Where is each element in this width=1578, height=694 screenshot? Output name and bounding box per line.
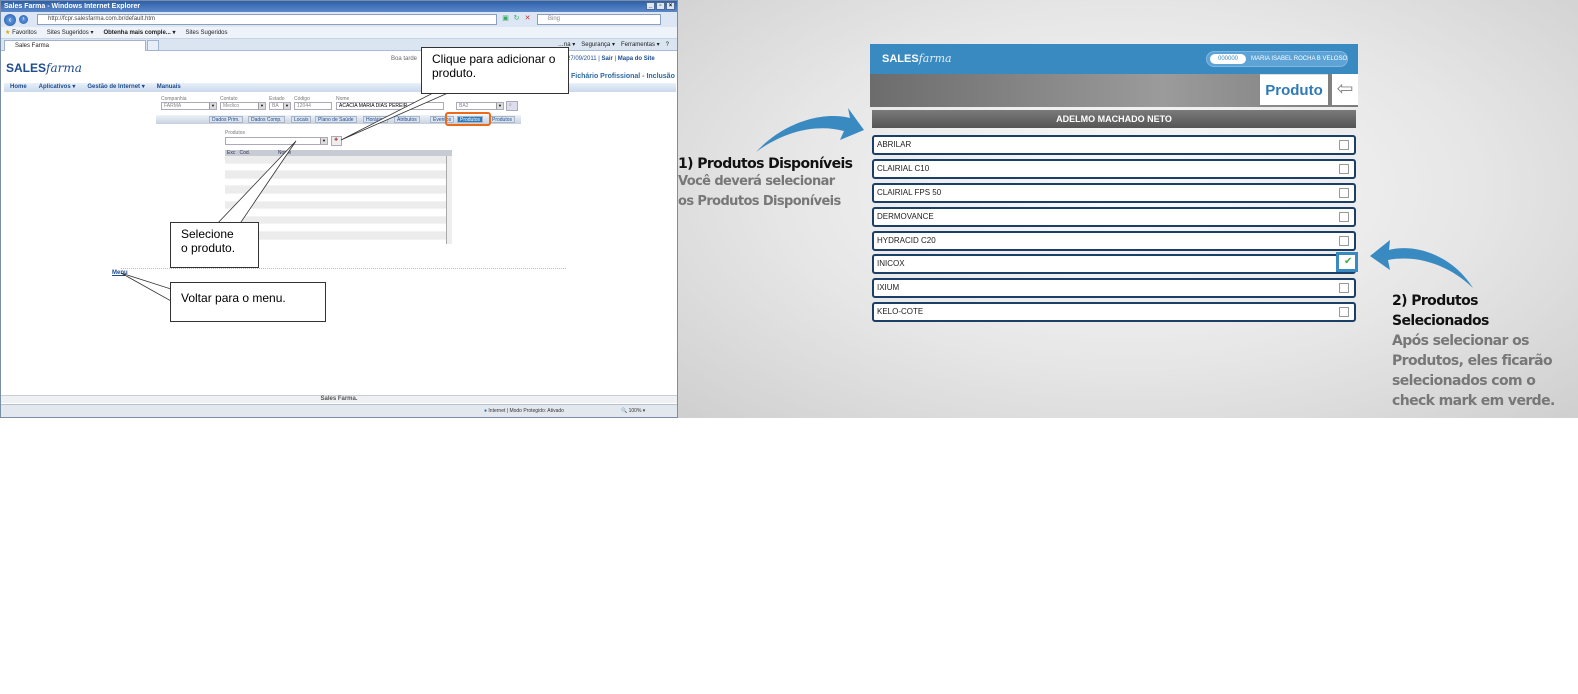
back-button[interactable]: ⇦ bbox=[1332, 74, 1358, 105]
security-zone: ● Internet | Modo Protegido: Ativado bbox=[484, 408, 564, 414]
product-item[interactable]: ABRILAR bbox=[872, 135, 1356, 155]
product-item[interactable]: HYDRACID C20 bbox=[872, 230, 1356, 251]
product-list: ABRILAR CLAIRIAL C10 CLAIRIAL FPS 50 DER… bbox=[872, 135, 1358, 326]
product-item-selected[interactable]: INICOX ✔ bbox=[872, 252, 1358, 275]
check-icon: ✔ bbox=[1344, 256, 1353, 268]
user-badge: 000000 MARIA ISABEL ROCHA B VELOSO bbox=[1206, 51, 1348, 67]
callout-pointers bbox=[120, 92, 449, 302]
annotation-selected: 2) Produtos Selecionados Após selecionar… bbox=[1392, 293, 1555, 409]
callout-add: Clique para adicionar o produto. bbox=[421, 47, 569, 94]
user-name: MARIA ISABEL ROCHA B VELOSO bbox=[1251, 56, 1348, 62]
site-footer: Sales Farma. bbox=[1, 395, 677, 403]
status-bar: ● Internet | Modo Protegido: Ativado 🔍 1… bbox=[1, 404, 677, 417]
client-name: ADELMO MACHADO NETO bbox=[872, 110, 1356, 128]
app-header: SALESfarma 000000 MARIA ISABEL ROCHA B V… bbox=[870, 44, 1358, 74]
app-toolbar: Produto ⇦ bbox=[870, 74, 1358, 107]
checkbox[interactable] bbox=[1339, 211, 1349, 222]
arrow-right-icon bbox=[756, 108, 864, 152]
checkbox[interactable] bbox=[1339, 163, 1349, 174]
checkbox[interactable] bbox=[1339, 283, 1349, 294]
callout-menu: Voltar para o menu. bbox=[170, 282, 326, 322]
checkbox[interactable] bbox=[1339, 187, 1349, 198]
app-logo: SALESfarma bbox=[882, 52, 952, 65]
back-arrow-icon: ⇦ bbox=[1336, 78, 1354, 100]
tablet-app: SALESfarma 000000 MARIA ISABEL ROCHA B V… bbox=[870, 44, 1358, 327]
product-item[interactable]: KELO-COTE bbox=[872, 302, 1356, 323]
arrow-left-icon bbox=[1370, 240, 1473, 288]
checkbox-checked[interactable]: ✔ bbox=[1336, 252, 1358, 273]
globe-icon: ● bbox=[484, 408, 488, 414]
product-item[interactable]: CLAIRIAL FPS 50 bbox=[872, 182, 1356, 203]
zoom-level[interactable]: 🔍 100% ▾ bbox=[621, 405, 645, 417]
product-item[interactable]: DERMOVANCE bbox=[872, 206, 1356, 227]
checkbox[interactable] bbox=[1339, 140, 1349, 150]
product-item[interactable]: CLAIRIAL C10 bbox=[872, 158, 1356, 179]
product-item[interactable]: IXIUM bbox=[872, 278, 1356, 299]
browser-window: Sales Farma - Windows Internet Explorer … bbox=[0, 0, 678, 418]
checkbox[interactable] bbox=[1339, 235, 1349, 246]
callout-select: Selecione o produto. bbox=[170, 222, 259, 268]
tutorial-panel: 1) Produtos Disponíveis Você deverá sele… bbox=[678, 0, 1578, 418]
screen-title: Produto bbox=[1260, 74, 1328, 105]
checkbox[interactable] bbox=[1339, 307, 1349, 318]
user-code: 000000 bbox=[1210, 54, 1246, 64]
